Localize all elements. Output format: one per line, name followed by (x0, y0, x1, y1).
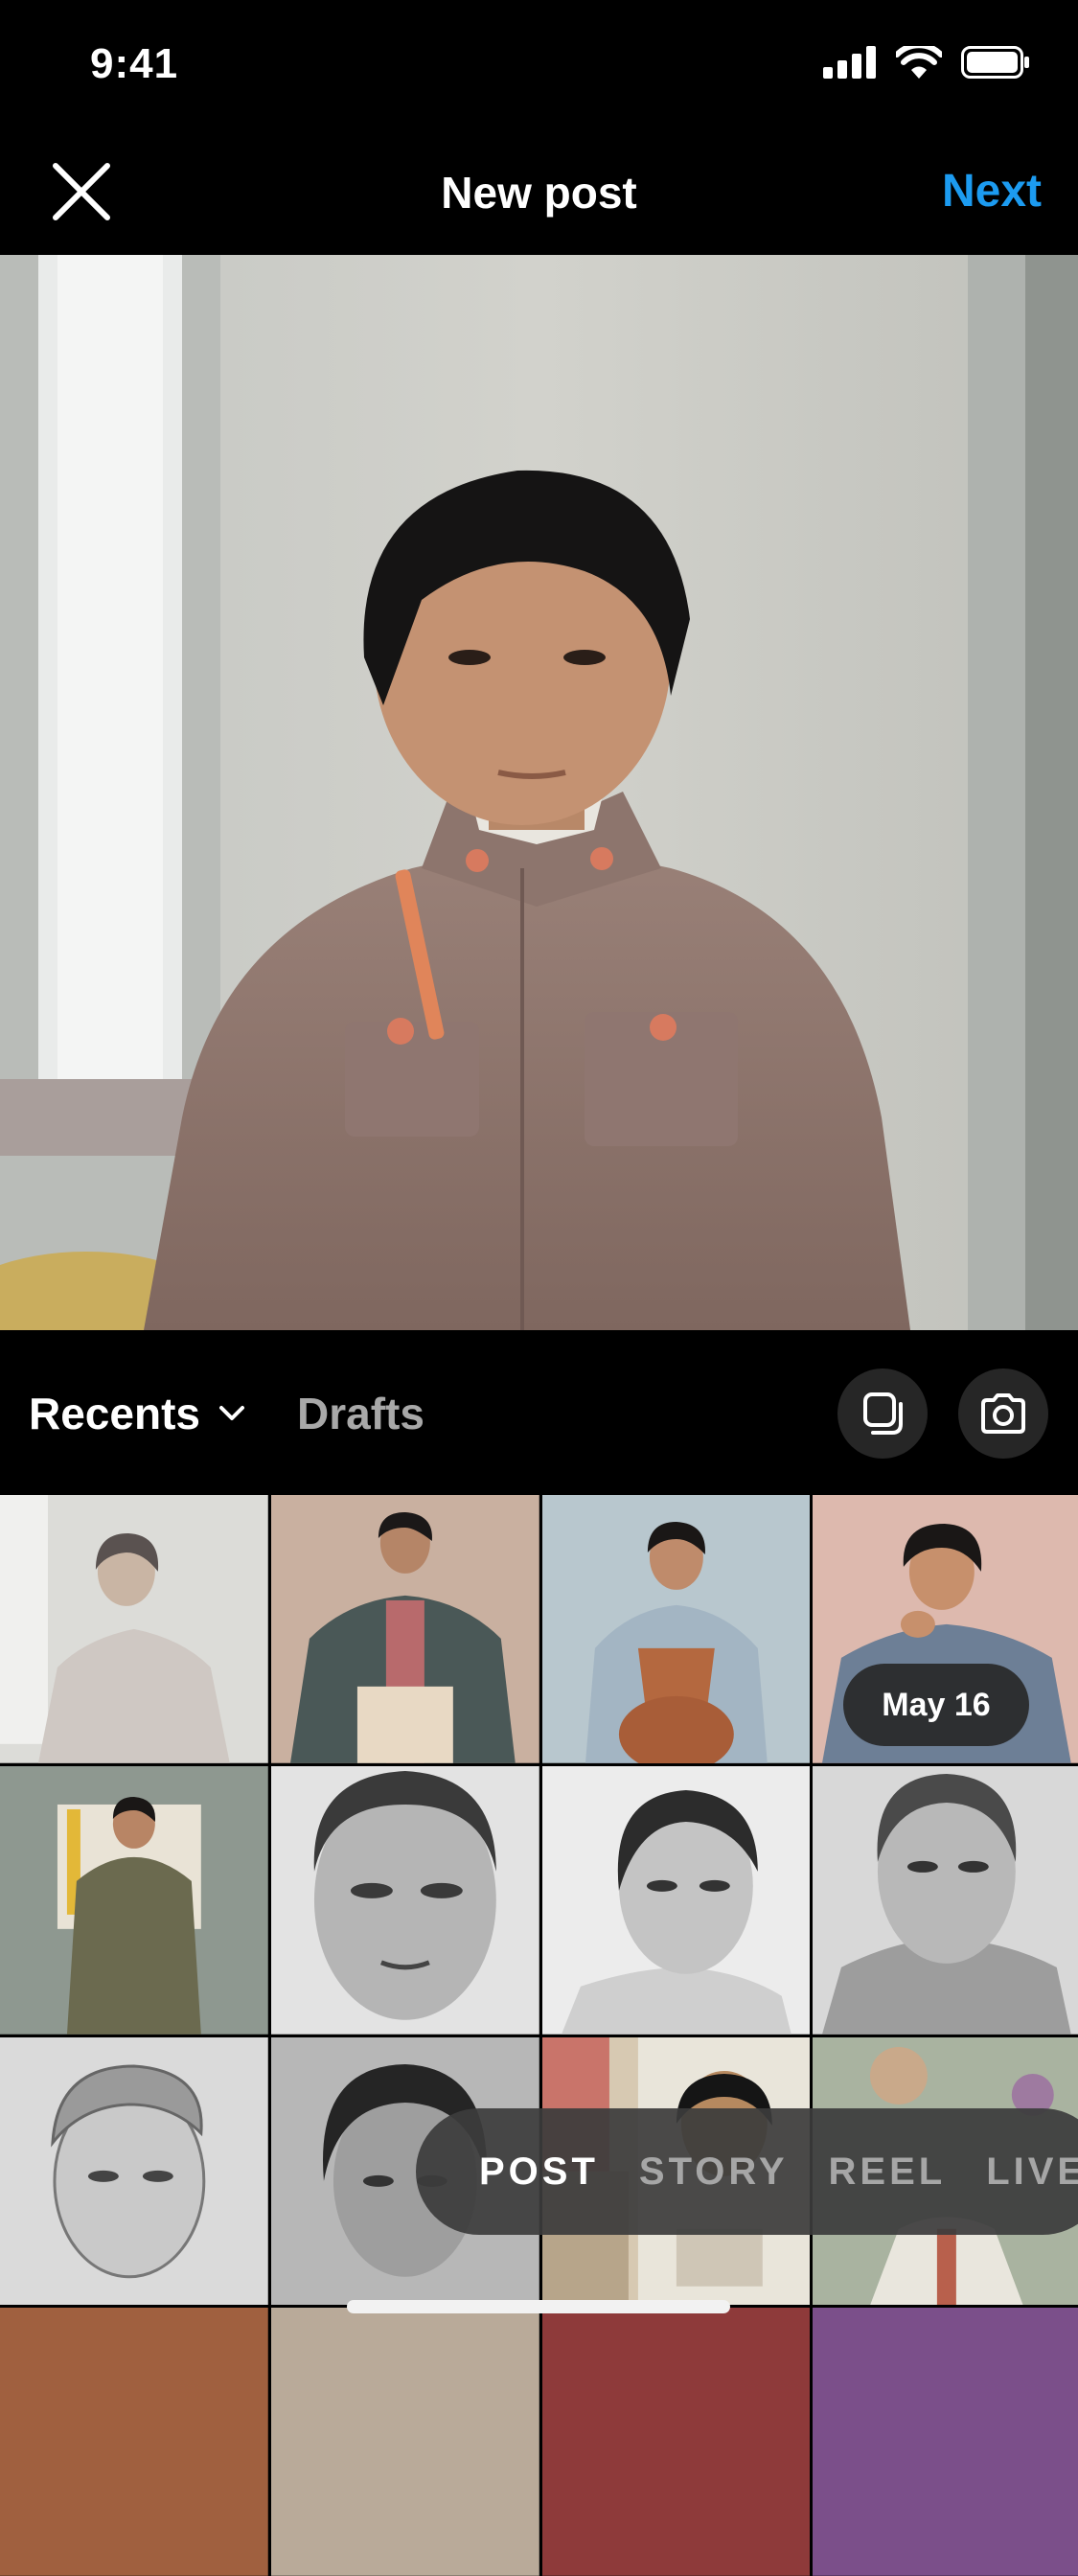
mode-switcher: POST STORY REEL LIVE (416, 2108, 1078, 2235)
home-indicator (347, 2300, 730, 2313)
cellular-signal-icon (823, 46, 876, 79)
status-icons (823, 46, 1030, 79)
photo-thumbnail[interactable] (0, 2308, 268, 2576)
photo-thumbnail[interactable] (0, 1765, 268, 2035)
multi-select-icon (863, 1392, 903, 1435)
camera-icon (981, 1393, 1025, 1434)
photo-thumbnail[interactable] (270, 1495, 539, 1763)
photo-thumbnail[interactable] (541, 1765, 811, 2035)
mode-story[interactable]: STORY (639, 2150, 789, 2194)
mode-reel[interactable]: REEL (829, 2150, 947, 2194)
battery-icon (961, 46, 1029, 79)
drafts-tab[interactable]: Drafts (297, 1388, 424, 1439)
camera-button[interactable] (958, 1368, 1048, 1459)
portrait-photo (0, 255, 1078, 1330)
mode-live[interactable]: LIVE (986, 2150, 1078, 2194)
page-title: New post (441, 168, 637, 218)
photo-thumbnail[interactable] (541, 2308, 811, 2576)
photo-thumbnail[interactable] (270, 1765, 539, 2035)
album-label: Recents (29, 1389, 200, 1438)
photo-thumbnail[interactable] (541, 1495, 811, 1763)
date-badge: May 16 (843, 1664, 1029, 1746)
selected-photo-preview[interactable] (0, 255, 1078, 1330)
mode-post[interactable]: POST (479, 2150, 599, 2194)
select-multiple-button[interactable] (837, 1368, 928, 1459)
chevron-down-icon (218, 1406, 244, 1420)
photo-thumbnail[interactable] (0, 2036, 268, 2306)
photo-thumbnail[interactable] (270, 2308, 539, 2576)
next-button[interactable]: Next (942, 165, 1042, 218)
status-time: 9:41 (90, 40, 179, 87)
photo-thumbnail[interactable] (813, 2308, 1078, 2576)
photo-thumbnail[interactable] (813, 1765, 1078, 2035)
photo-thumbnail[interactable] (0, 1495, 268, 1763)
wifi-icon (896, 46, 942, 79)
album-selector[interactable]: Recents (29, 1388, 246, 1439)
